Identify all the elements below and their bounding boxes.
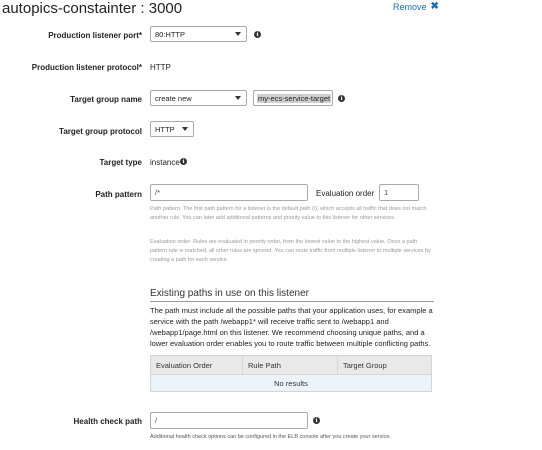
health-check-path-value: /	[155, 416, 158, 425]
target-group-name-input[interactable]: my-ecs-service-target	[253, 90, 333, 106]
chevron-down-icon	[182, 127, 188, 131]
production-listener-port-select[interactable]: 80:HTTP	[150, 26, 247, 42]
path-pattern-label: Path pattern	[95, 190, 142, 199]
target-group-name-select-value: create new	[155, 93, 192, 103]
health-check-path-input[interactable]: /	[150, 412, 308, 429]
path-pattern-help: Path pattern: The first path pattern for…	[150, 206, 427, 221]
evaluation-order-value: 1	[384, 188, 389, 197]
column-header-target-group[interactable]: Target Group	[338, 356, 431, 374]
target-group-name-input-value: my-ecs-service-target	[257, 93, 332, 103]
evaluation-order-input[interactable]: 1	[379, 184, 419, 201]
section-divider	[150, 301, 434, 302]
target-group-protocol-select[interactable]: HTTP	[150, 121, 194, 137]
existing-paths-description: The path must include all the possible p…	[150, 306, 433, 348]
path-pattern-value: /*	[155, 188, 161, 197]
target-group-name-label: Target group name	[70, 95, 142, 104]
production-listener-port-label: Production listener port*	[48, 31, 142, 40]
close-icon: ✖	[430, 1, 439, 12]
target-type-label: Target type	[99, 158, 142, 167]
target-group-protocol-label: Target group protocol	[59, 127, 142, 136]
target-type-value: instance	[150, 158, 180, 167]
chevron-down-icon	[235, 96, 241, 100]
path-pattern-input[interactable]: /*	[150, 184, 308, 201]
info-icon[interactable]: i	[180, 158, 187, 165]
target-group-protocol-value: HTTP	[155, 124, 175, 134]
column-header-rule-path[interactable]: Rule Path	[243, 356, 338, 374]
info-icon[interactable]: i	[313, 417, 320, 424]
page-title: autopics-constainter : 3000	[2, 0, 183, 17]
remove-button[interactable]: Remove ✖	[393, 1, 439, 12]
production-listener-protocol-value: HTTP	[150, 63, 171, 72]
evaluation-order-label: Evaluation order	[316, 189, 375, 198]
production-listener-port-value: 80:HTTP	[155, 29, 186, 39]
paths-table-header: Evaluation Order Rule Path Target Group	[150, 355, 432, 375]
info-icon[interactable]: i	[338, 95, 345, 102]
paths-table-empty-row: No results	[150, 375, 432, 392]
remove-label: Remove	[393, 1, 427, 12]
column-header-evaluation-order[interactable]: Evaluation Order	[151, 356, 243, 374]
existing-paths-title: Existing paths in use on this listener	[150, 288, 309, 299]
chevron-down-icon	[235, 32, 241, 36]
evaluation-order-help: Evaluation order: Rules are evaluated in…	[150, 239, 431, 263]
empty-state-text: No results	[274, 378, 308, 388]
info-icon[interactable]: i	[254, 31, 261, 38]
target-group-name-select[interactable]: create new	[150, 90, 247, 106]
health-check-help: Additional health check options can be c…	[150, 434, 391, 440]
production-listener-protocol-label: Production listener protocol*	[31, 63, 142, 72]
health-check-path-label: Health check path	[73, 417, 142, 426]
